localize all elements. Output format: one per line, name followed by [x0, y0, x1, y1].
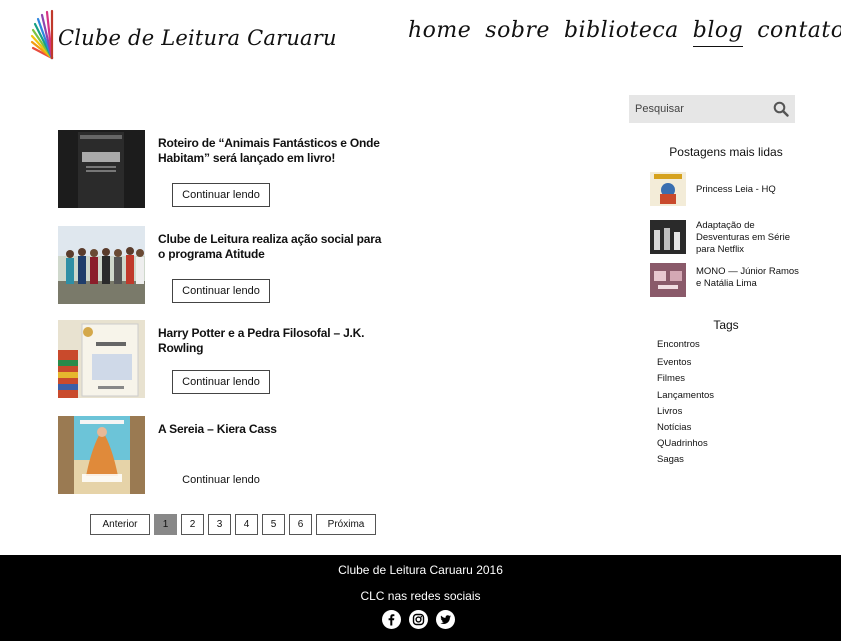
continue-reading-button[interactable]: Continuar lendo — [172, 370, 270, 394]
tag-link[interactable]: QUadrinhos — [657, 437, 714, 453]
book-fan-logo-icon — [30, 9, 54, 60]
nav-biblioteca[interactable]: biblioteca — [564, 18, 679, 47]
continue-reading-button[interactable]: Continuar lendo — [172, 183, 270, 207]
footer-social-label: CLC nas redes sociais — [360, 589, 481, 603]
post-item: Roteiro de “Animais Fantásticos e Onde H… — [58, 130, 388, 210]
page-button-5[interactable]: 5 — [262, 514, 285, 535]
post-title[interactable]: Harry Potter e a Pedra Filosofal – J.K. … — [158, 326, 383, 355]
post-thumbnail[interactable] — [58, 130, 145, 208]
page-button-2[interactable]: 2 — [181, 514, 204, 535]
facebook-icon[interactable] — [382, 610, 401, 629]
post-item: Clube de Leitura realiza ação social par… — [58, 226, 388, 306]
popular-post-title[interactable]: Adaptação de Desventuras em Série para N… — [696, 220, 806, 256]
continue-reading-button[interactable]: Continuar lendo — [172, 468, 270, 492]
page-button-3[interactable]: 3 — [208, 514, 231, 535]
pagination: Anterior 1 2 3 4 5 6 Próxima — [90, 514, 376, 535]
post-thumbnail[interactable] — [58, 226, 145, 304]
mono-book-icon — [650, 263, 686, 297]
page-button-4[interactable]: 4 — [235, 514, 258, 535]
post-item: Harry Potter e a Pedra Filosofal – J.K. … — [58, 320, 388, 400]
post-item: A Sereia – Kiera Cass Continuar lendo — [58, 416, 388, 496]
popular-post-item[interactable]: MONO — Júnior Ramos e Natália Lima — [650, 263, 800, 299]
tag-link[interactable]: Filmes — [657, 372, 714, 388]
search-icon[interactable] — [773, 101, 789, 117]
post-thumbnail[interactable] — [58, 320, 145, 398]
princess-leia-comic-icon — [650, 172, 686, 206]
popular-post-thumbnail[interactable] — [650, 263, 686, 297]
main-nav: home sobre biblioteca blog contato — [408, 18, 841, 47]
continue-reading-button[interactable]: Continuar lendo — [172, 279, 270, 303]
tag-link[interactable]: Livros — [657, 405, 714, 421]
social-links — [382, 610, 455, 629]
popular-post-thumbnail[interactable] — [650, 220, 686, 254]
group-photo-icon — [58, 226, 145, 304]
search-input[interactable] — [635, 100, 760, 118]
site-title: Clube de Leitura Caruaru — [58, 26, 337, 50]
nav-home[interactable]: home — [408, 18, 471, 47]
fantastic-beasts-book-cover-icon — [58, 130, 145, 208]
post-thumbnail[interactable] — [58, 416, 145, 494]
popular-posts-heading: Postagens mais lidas — [669, 145, 783, 159]
next-page-button[interactable]: Próxima — [316, 514, 376, 535]
tag-link[interactable]: Encontros — [657, 338, 714, 354]
tags-heading: Tags — [713, 318, 739, 332]
post-title[interactable]: A Sereia – Kiera Cass — [158, 422, 383, 437]
a-sereia-book-cover-icon — [58, 416, 145, 494]
popular-post-item[interactable]: Princess Leia - HQ — [650, 172, 800, 208]
footer-copyright: Clube de Leitura Caruaru 2016 — [338, 563, 503, 577]
nav-contato[interactable]: contato — [757, 18, 841, 47]
popular-post-item[interactable]: Adaptação de Desventuras em Série para N… — [650, 220, 800, 256]
tag-link[interactable]: Sagas — [657, 453, 714, 469]
popular-post-title[interactable]: Princess Leia - HQ — [696, 184, 806, 196]
tag-link[interactable]: Lançamentos — [657, 389, 714, 405]
tags-list: Encontros Eventos Filmes Lançamentos Liv… — [657, 338, 714, 469]
twitter-icon[interactable] — [436, 610, 455, 629]
page-button-6[interactable]: 6 — [289, 514, 312, 535]
search-box — [629, 95, 795, 123]
nav-sobre[interactable]: sobre — [485, 18, 550, 47]
nav-blog[interactable]: blog — [692, 18, 744, 47]
post-title[interactable]: Clube de Leitura realiza ação social par… — [158, 232, 383, 261]
popular-post-title[interactable]: MONO — Júnior Ramos e Natália Lima — [696, 266, 806, 290]
footer: Clube de Leitura Caruaru 2016 CLC nas re… — [0, 555, 841, 641]
instagram-icon[interactable] — [409, 610, 428, 629]
harry-potter-book-icon — [58, 320, 145, 398]
tag-link[interactable]: Eventos — [657, 356, 714, 372]
site-logo[interactable]: Clube de Leitura Caruaru — [30, 8, 337, 66]
tag-link[interactable]: Notícias — [657, 421, 714, 437]
popular-post-thumbnail[interactable] — [650, 172, 686, 206]
post-title[interactable]: Roteiro de “Animais Fantásticos e Onde H… — [158, 136, 383, 165]
page-button-1[interactable]: 1 — [154, 514, 177, 535]
desventuras-em-serie-icon — [650, 220, 686, 254]
prev-page-button[interactable]: Anterior — [90, 514, 150, 535]
